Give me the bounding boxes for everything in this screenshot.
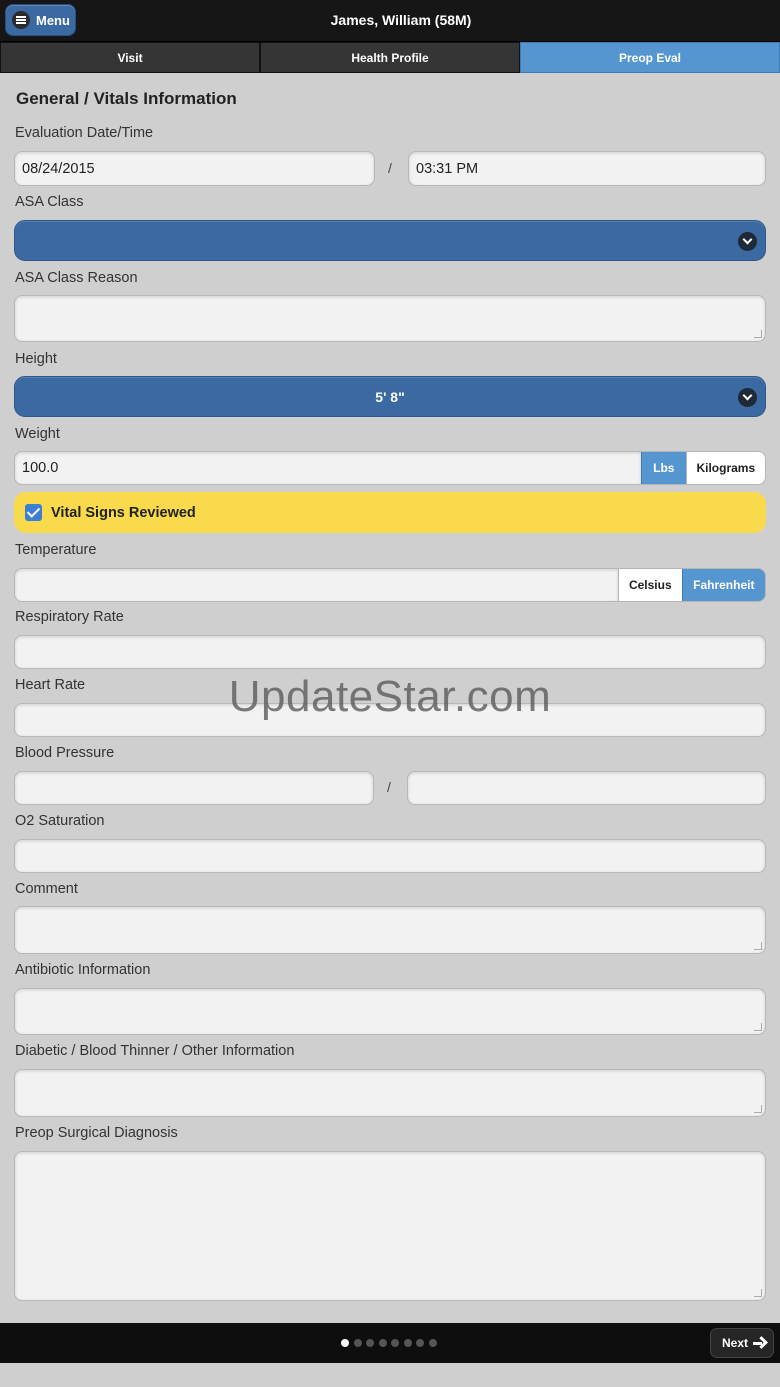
antibiotic-information-field[interactable] — [14, 988, 766, 1035]
preop-diagnosis-label: Preop Surgical Diagnosis — [15, 1125, 178, 1141]
diastolic-field[interactable] — [407, 771, 766, 805]
chevron-down-icon — [738, 232, 757, 251]
antibiotic-information-label: Antibiotic Information — [15, 962, 151, 978]
resize-grip-icon[interactable] — [754, 1105, 762, 1113]
o2-saturation-label: O2 Saturation — [15, 813, 105, 829]
page-dot[interactable] — [366, 1339, 374, 1347]
vital-signs-reviewed-toggle[interactable]: Vital Signs Reviewed — [14, 492, 766, 533]
evaluation-datetime-label: Evaluation Date/Time — [15, 125, 154, 141]
tab-preop-eval[interactable]: Preop Eval — [520, 42, 780, 73]
height-label: Height — [15, 351, 57, 367]
next-button[interactable]: Next — [710, 1328, 774, 1358]
evaluation-date-field[interactable]: 08/24/2015 — [14, 151, 375, 186]
comment-field[interactable] — [14, 906, 766, 954]
section-title: General / Vitals Information — [16, 89, 237, 108]
tab-health-profile[interactable]: Health Profile — [260, 42, 520, 73]
blood-pressure-label: Blood Pressure — [15, 745, 115, 761]
arrow-right-icon — [753, 1337, 766, 1350]
page-dot[interactable] — [378, 1339, 387, 1347]
celsius-option[interactable]: Celsius — [618, 569, 682, 601]
o2-saturation-field[interactable] — [14, 839, 766, 873]
watermark: UpdateStar.com — [228, 672, 552, 721]
tab-bar: Visit Health Profile Preop Eval — [0, 42, 780, 73]
weight-field[interactable]: 100.0 — [14, 451, 642, 485]
weight-label: Weight — [15, 426, 60, 442]
page-dot[interactable] — [391, 1339, 399, 1347]
page-dot[interactable] — [403, 1339, 412, 1347]
page-dot[interactable] — [341, 1339, 349, 1347]
systolic-field[interactable] — [14, 771, 374, 805]
diabetic-information-label: Diabetic / Blood Thinner / Other Informa… — [15, 1043, 295, 1059]
respiratory-rate-field[interactable] — [14, 635, 766, 669]
temperature-field[interactable] — [14, 568, 619, 602]
tab-visit[interactable]: Visit — [0, 42, 260, 73]
chevron-down-icon — [738, 388, 757, 407]
asa-class-select[interactable] — [14, 220, 766, 261]
evaluation-time-field[interactable]: 03:31 PM — [408, 151, 766, 186]
height-value: 5' 8" — [375, 388, 405, 405]
footer-bar: Next — [0, 1323, 780, 1363]
temperature-label: Temperature — [15, 542, 97, 558]
weight-unit-toggle: Lbs Kilograms — [641, 451, 766, 485]
vital-signs-reviewed-label: Vital Signs Reviewed — [51, 504, 196, 521]
page-indicator — [341, 1339, 441, 1347]
height-select[interactable]: 5' 8" — [14, 376, 766, 417]
page-dot[interactable] — [353, 1339, 362, 1347]
page-dot[interactable] — [428, 1339, 437, 1347]
preop-diagnosis-field[interactable] — [14, 1151, 766, 1301]
resize-grip-icon[interactable] — [754, 942, 762, 950]
bp-separator: / — [387, 779, 391, 795]
page-dot[interactable] — [416, 1339, 424, 1347]
date-time-separator: / — [388, 160, 392, 176]
asa-class-reason-label: ASA Class Reason — [15, 270, 138, 286]
app-header: Menu James, William (58M) — [0, 0, 780, 42]
kilograms-option[interactable]: Kilograms — [685, 452, 765, 484]
lbs-option[interactable]: Lbs — [641, 452, 686, 484]
diabetic-information-field[interactable] — [14, 1069, 766, 1117]
resize-grip-icon[interactable] — [754, 330, 762, 338]
checkbox-checked-icon[interactable] — [25, 504, 42, 521]
respiratory-rate-label: Respiratory Rate — [15, 609, 124, 625]
next-button-label: Next — [722, 1336, 749, 1350]
comment-label: Comment — [15, 881, 78, 897]
temperature-unit-toggle: Celsius Fahrenheit — [618, 568, 766, 602]
resize-grip-icon[interactable] — [754, 1289, 762, 1297]
resize-grip-icon[interactable] — [754, 1023, 762, 1031]
asa-class-reason-field[interactable] — [14, 295, 766, 342]
fahrenheit-option[interactable]: Fahrenheit — [681, 569, 765, 601]
asa-class-label: ASA Class — [15, 194, 84, 210]
patient-title: James, William (58M) — [330, 12, 472, 28]
